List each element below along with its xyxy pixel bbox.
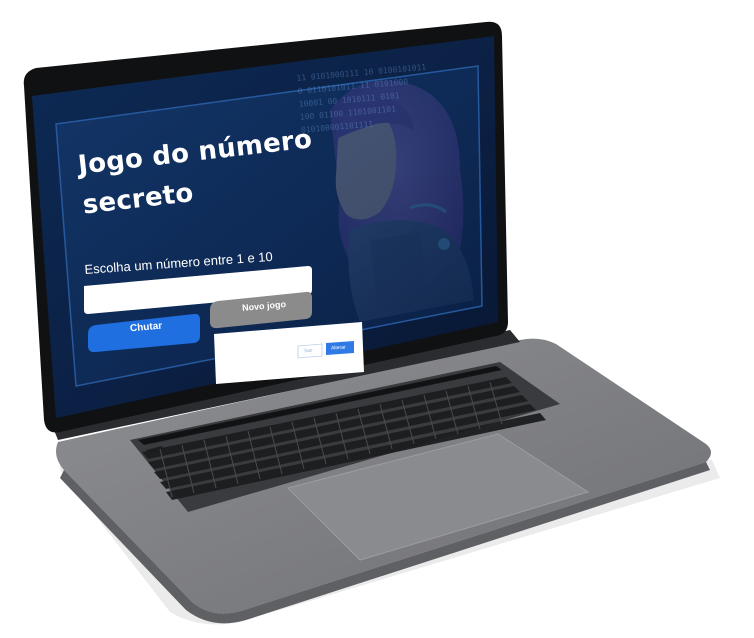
dialog-cancel-label[interactable]: Sair [304,348,313,355]
binary-background: 11 0101000111 10 0100101011 0 0110101011 … [296,62,427,135]
dialog-ok-label[interactable]: Alterar [331,344,346,351]
